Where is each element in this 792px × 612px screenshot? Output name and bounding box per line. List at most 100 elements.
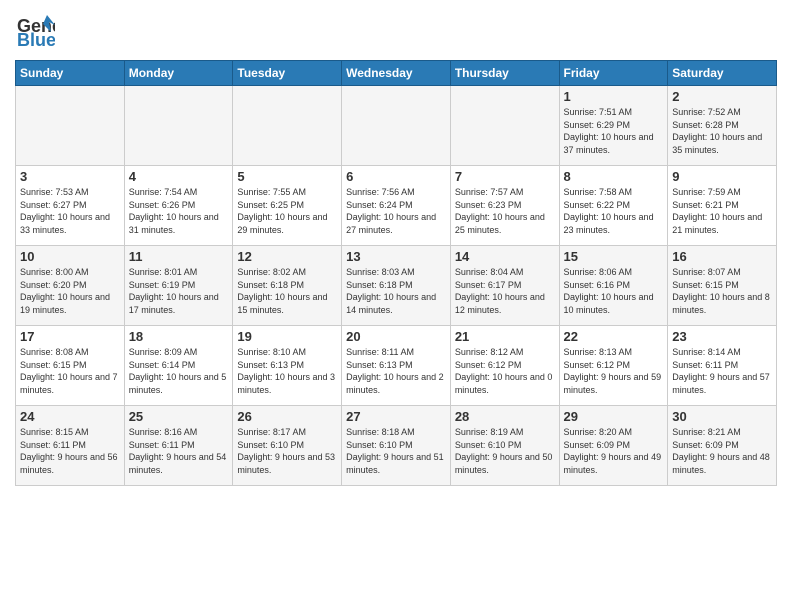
day-info: Sunrise: 8:16 AMSunset: 6:11 PMDaylight:… [129,426,229,476]
header: General Blue [15,10,777,55]
day-number: 2 [672,89,772,104]
day-number: 16 [672,249,772,264]
calendar-week-3: 10 Sunrise: 8:00 AMSunset: 6:20 PMDayligh… [16,246,777,326]
calendar-cell: 18 Sunrise: 8:09 AMSunset: 6:14 PMDayligh… [124,326,233,406]
day-number: 25 [129,409,229,424]
day-number: 12 [237,249,337,264]
weekday-header-friday: Friday [559,61,668,86]
day-info: Sunrise: 8:09 AMSunset: 6:14 PMDaylight:… [129,346,229,396]
day-number: 24 [20,409,120,424]
day-info: Sunrise: 8:03 AMSunset: 6:18 PMDaylight:… [346,266,446,316]
calendar-cell: 1 Sunrise: 7:51 AMSunset: 6:29 PMDaylight… [559,86,668,166]
day-info: Sunrise: 7:53 AMSunset: 6:27 PMDaylight:… [20,186,120,236]
calendar-cell: 8Sunrise: 7:58 AMSunset: 6:22 PMDaylight… [559,166,668,246]
day-number: 5 [237,169,337,184]
day-info: Sunrise: 8:06 AMSunset: 6:16 PMDaylight:… [564,266,664,316]
day-number: 17 [20,329,120,344]
day-info: Sunrise: 8:01 AMSunset: 6:19 PMDaylight:… [129,266,229,316]
logo: General Blue [15,10,55,55]
day-number: 29 [564,409,664,424]
calendar-cell [233,86,342,166]
day-info: Sunrise: 7:51 AMSunset: 6:29 PMDaylight:… [564,106,664,156]
calendar-cell: 28Sunrise: 8:19 AMSunset: 6:10 PMDayligh… [450,406,559,486]
calendar-table: SundayMondayTuesdayWednesdayThursdayFrid… [15,60,777,486]
calendar-cell: 3Sunrise: 7:53 AMSunset: 6:27 PMDaylight… [16,166,125,246]
day-info: Sunrise: 8:18 AMSunset: 6:10 PMDaylight:… [346,426,446,476]
day-info: Sunrise: 8:08 AMSunset: 6:15 PMDaylight:… [20,346,120,396]
day-number: 15 [564,249,664,264]
page-container: General Blue SundayMondayTuesdayWednesda… [0,0,792,491]
calendar-week-4: 17 Sunrise: 8:08 AMSunset: 6:15 PMDayligh… [16,326,777,406]
day-number: 8 [564,169,664,184]
day-info: Sunrise: 7:55 AMSunset: 6:25 PMDaylight:… [237,186,337,236]
weekday-header-wednesday: Wednesday [342,61,451,86]
day-number: 27 [346,409,446,424]
day-info: Sunrise: 8:15 AMSunset: 6:11 PMDaylight:… [20,426,120,476]
calendar-cell [124,86,233,166]
day-info: Sunrise: 8:00 AMSunset: 6:20 PMDaylight:… [20,266,120,316]
calendar-cell: 2 Sunrise: 7:52 AMSunset: 6:28 PMDaylight… [668,86,777,166]
calendar-cell: 5 Sunrise: 7:55 AMSunset: 6:25 PMDaylight… [233,166,342,246]
day-number: 14 [455,249,555,264]
weekday-header-saturday: Saturday [668,61,777,86]
day-info: Sunrise: 8:07 AMSunset: 6:15 PMDaylight:… [672,266,772,316]
calendar-cell: 22 Sunrise: 8:13 AMSunset: 6:12 PMDayligh… [559,326,668,406]
calendar-cell: 30Sunrise: 8:21 AMSunset: 6:09 PMDayligh… [668,406,777,486]
day-number: 1 [564,89,664,104]
weekday-header-sunday: Sunday [16,61,125,86]
calendar-cell [342,86,451,166]
calendar-cell: 29 Sunrise: 8:20 AMSunset: 6:09 PMDayligh… [559,406,668,486]
calendar-cell: 11Sunrise: 8:01 AMSunset: 6:19 PMDayligh… [124,246,233,326]
calendar-cell: 27 Sunrise: 8:18 AMSunset: 6:10 PMDayligh… [342,406,451,486]
day-info: Sunrise: 7:56 AMSunset: 6:24 PMDaylight:… [346,186,446,236]
day-number: 6 [346,169,446,184]
calendar-cell: 16 Sunrise: 8:07 AMSunset: 6:15 PMDayligh… [668,246,777,326]
calendar-cell: 17 Sunrise: 8:08 AMSunset: 6:15 PMDayligh… [16,326,125,406]
day-info: Sunrise: 8:17 AMSunset: 6:10 PMDaylight:… [237,426,337,476]
day-number: 13 [346,249,446,264]
day-info: Sunrise: 7:54 AMSunset: 6:26 PMDaylight:… [129,186,229,236]
day-info: Sunrise: 8:14 AMSunset: 6:11 PMDaylight:… [672,346,772,396]
calendar-cell: 15 Sunrise: 8:06 AMSunset: 6:16 PMDayligh… [559,246,668,326]
calendar-cell: 26 Sunrise: 8:17 AMSunset: 6:10 PMDayligh… [233,406,342,486]
calendar-cell: 12Sunrise: 8:02 AMSunset: 6:18 PMDayligh… [233,246,342,326]
day-number: 10 [20,249,120,264]
day-number: 19 [237,329,337,344]
day-number: 4 [129,169,229,184]
calendar-cell: 7Sunrise: 7:57 AMSunset: 6:23 PMDaylight… [450,166,559,246]
day-number: 28 [455,409,555,424]
day-number: 20 [346,329,446,344]
day-info: Sunrise: 8:21 AMSunset: 6:09 PMDaylight:… [672,426,772,476]
weekday-header-thursday: Thursday [450,61,559,86]
day-number: 18 [129,329,229,344]
day-number: 21 [455,329,555,344]
day-info: Sunrise: 7:59 AMSunset: 6:21 PMDaylight:… [672,186,772,236]
calendar-cell: 19Sunrise: 8:10 AMSunset: 6:13 PMDayligh… [233,326,342,406]
calendar-week-2: 3Sunrise: 7:53 AMSunset: 6:27 PMDaylight… [16,166,777,246]
calendar-week-5: 24 Sunrise: 8:15 AMSunset: 6:11 PMDayligh… [16,406,777,486]
day-info: Sunrise: 8:13 AMSunset: 6:12 PMDaylight:… [564,346,664,396]
calendar-cell: 20 Sunrise: 8:11 AMSunset: 6:13 PMDayligh… [342,326,451,406]
day-info: Sunrise: 8:20 AMSunset: 6:09 PMDaylight:… [564,426,664,476]
calendar-cell: 21 Sunrise: 8:12 AMSunset: 6:12 PMDayligh… [450,326,559,406]
calendar-cell: 10 Sunrise: 8:00 AMSunset: 6:20 PMDayligh… [16,246,125,326]
calendar-cell [450,86,559,166]
day-info: Sunrise: 8:11 AMSunset: 6:13 PMDaylight:… [346,346,446,396]
weekday-header-tuesday: Tuesday [233,61,342,86]
calendar-cell [16,86,125,166]
day-info: Sunrise: 8:12 AMSunset: 6:12 PMDaylight:… [455,346,555,396]
calendar-cell: 24 Sunrise: 8:15 AMSunset: 6:11 PMDayligh… [16,406,125,486]
weekday-header-monday: Monday [124,61,233,86]
day-number: 9 [672,169,772,184]
svg-text:Blue: Blue [17,30,55,50]
calendar-week-1: 1 Sunrise: 7:51 AMSunset: 6:29 PMDaylight… [16,86,777,166]
day-number: 26 [237,409,337,424]
calendar-cell: 13 Sunrise: 8:03 AMSunset: 6:18 PMDayligh… [342,246,451,326]
day-number: 23 [672,329,772,344]
calendar-cell: 9 Sunrise: 7:59 AMSunset: 6:21 PMDaylight… [668,166,777,246]
day-number: 7 [455,169,555,184]
calendar-cell: 6 Sunrise: 7:56 AMSunset: 6:24 PMDaylight… [342,166,451,246]
day-info: Sunrise: 7:52 AMSunset: 6:28 PMDaylight:… [672,106,772,156]
calendar-cell: 25 Sunrise: 8:16 AMSunset: 6:11 PMDayligh… [124,406,233,486]
day-number: 22 [564,329,664,344]
